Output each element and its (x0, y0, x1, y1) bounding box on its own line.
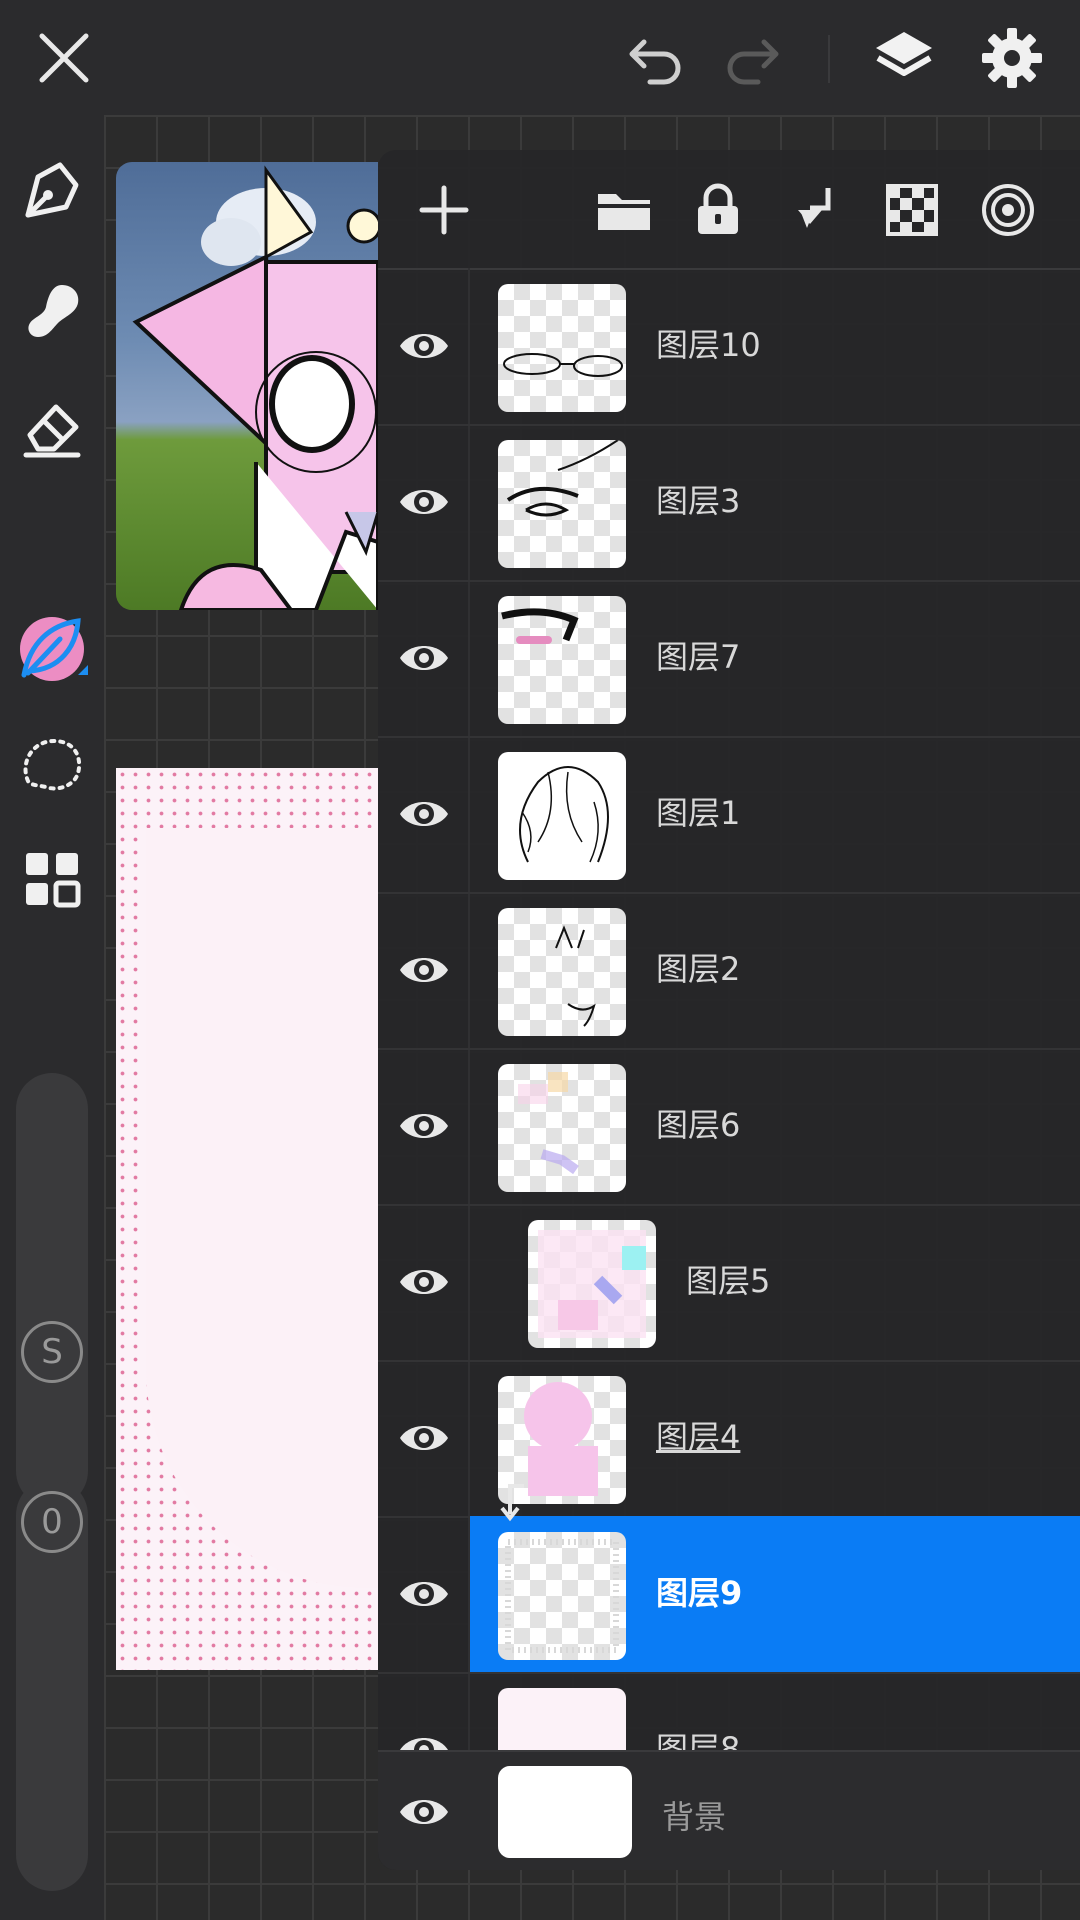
layer-thumbnail (498, 752, 626, 880)
visibility-eye-icon[interactable] (396, 474, 452, 530)
visibility-eye-icon[interactable] (396, 1098, 452, 1154)
layer-thumbnail (498, 284, 626, 412)
checker-icon[interactable] (882, 180, 942, 240)
background-color-swatch[interactable] (498, 1766, 632, 1858)
artwork-preview-bottom[interactable] (116, 768, 378, 1670)
toolbar-divider (828, 35, 830, 83)
layer-row[interactable]: 图层7 (378, 580, 1080, 738)
settings-icon[interactable] (976, 22, 1048, 94)
layer-name: 图层5 (686, 1262, 771, 1300)
layer-row[interactable]: 图层2 (378, 892, 1080, 1050)
brush-opacity-button[interactable]: 0 (21, 1491, 83, 1553)
layer-name: 图层10 (656, 326, 761, 364)
visibility-eye-icon[interactable] (396, 630, 452, 686)
redo-icon[interactable] (716, 22, 788, 94)
layer-row[interactable]: 图层4 (378, 1360, 1080, 1518)
lasso-icon[interactable] (16, 729, 88, 801)
eraser-icon[interactable] (16, 393, 88, 465)
merge-down-icon[interactable] (786, 180, 846, 240)
top-bar (0, 0, 1080, 115)
layer-thumbnail (498, 1532, 626, 1660)
background-layer-label: 背景 (662, 1798, 727, 1836)
layer-thumbnail (528, 1220, 656, 1348)
layer-row[interactable]: 图层3 (378, 424, 1080, 582)
add-layer-icon[interactable] (414, 180, 474, 240)
visibility-eye-icon[interactable] (396, 1566, 452, 1622)
folder-icon[interactable] (594, 180, 654, 240)
layers-panel-header (378, 150, 1080, 270)
lock-icon[interactable] (688, 180, 748, 240)
visibility-eye-icon[interactable] (396, 942, 452, 998)
layer-row[interactable]: 图层5 (378, 1204, 1080, 1362)
layer-name: 图层1 (656, 794, 741, 832)
layer-thumbnail (498, 908, 626, 1036)
layer-thumbnail (498, 440, 626, 568)
layer-name: 图层2 (656, 950, 741, 988)
layer-row-selected[interactable]: 图层9 (378, 1516, 1080, 1674)
layer-row[interactable]: 图层1 (378, 736, 1080, 894)
layer-thumbnail (498, 1064, 626, 1192)
layer-name: 图层3 (656, 482, 741, 520)
leaf-brush-icon[interactable] (16, 613, 88, 685)
visibility-eye-icon[interactable] (396, 318, 452, 374)
layer-thumbnail (498, 596, 626, 724)
visibility-eye-icon[interactable] (396, 1784, 452, 1840)
left-toolbar: S 0 (0, 115, 104, 1920)
pencil-icon[interactable] (16, 155, 88, 227)
close-icon[interactable] (28, 22, 100, 94)
visibility-eye-icon[interactable] (396, 786, 452, 842)
layer-name: 图层6 (656, 1106, 741, 1144)
brush-size-slider[interactable] (16, 1073, 88, 1507)
smudge-icon[interactable] (16, 275, 88, 347)
layer-name: 图层7 (656, 638, 741, 676)
visibility-eye-icon[interactable] (396, 1410, 452, 1466)
layer-row[interactable]: 图层6 (378, 1048, 1080, 1206)
brush-size-button[interactable]: S (21, 1321, 83, 1383)
layer-name: 图层4 (656, 1418, 741, 1456)
artwork-inner-frame (146, 828, 378, 1588)
reference-icon[interactable] (978, 180, 1038, 240)
clipping-arrow-icon (496, 1482, 536, 1522)
visibility-eye-icon[interactable] (396, 1254, 452, 1310)
layer-row[interactable]: 图层10 (378, 268, 1080, 426)
layer-name: 图层9 (656, 1574, 743, 1612)
background-layer-row[interactable]: 背景 (378, 1750, 1080, 1870)
undo-icon[interactable] (620, 22, 692, 94)
panels-icon[interactable] (16, 843, 88, 915)
layers-panel: 图层10 图层3 图层7 图层1 图层2 图层6 图层5 图层4 图层9 图层8… (378, 150, 1080, 1870)
artwork-preview-top[interactable] (116, 162, 378, 610)
layers-icon[interactable] (868, 22, 940, 94)
